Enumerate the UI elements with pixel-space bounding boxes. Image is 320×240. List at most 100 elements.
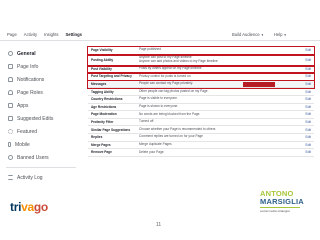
sidebar-item-label: Page Info: [17, 63, 39, 70]
sidebar-item-label: Suggested Edits: [17, 115, 54, 122]
row-value: Merge duplicate Pages: [139, 141, 172, 146]
nav-divider: [0, 40, 320, 41]
settings-row-merge-pages: Merge Pages Merge duplicate Pages Edit: [88, 142, 314, 150]
settings-row-page-moderation: Page Moderation No words are being block…: [88, 111, 314, 119]
sidebar-item-page-roles[interactable]: Page Roles: [6, 86, 81, 99]
edit-link[interactable]: Edit: [300, 105, 314, 109]
settings-row-post-targeting: Post Targeting and Privacy Privacy contr…: [87, 73, 315, 81]
gear-icon: [8, 51, 13, 56]
row-label: Messages: [91, 82, 107, 87]
row-label: Page Moderation: [91, 112, 117, 117]
trivago-logo-part-1: tri: [10, 200, 22, 214]
nav-settings[interactable]: Settings: [65, 32, 82, 37]
sidebar-item-label: Notifications: [17, 76, 45, 83]
edit-link[interactable]: Edit: [300, 120, 314, 124]
list-icon: [8, 175, 13, 180]
settings-row-remove-page: Remove Page Delete your Page Edit: [88, 149, 314, 157]
sidebar-divider: [6, 164, 76, 168]
edit-link[interactable]: Edit: [300, 48, 314, 52]
row-value: Page published: [139, 47, 161, 52]
row-label: Posting Ability: [91, 57, 114, 62]
mobile-icon: [8, 142, 11, 147]
nav-help[interactable]: Help ▼: [274, 32, 287, 37]
row-value: People can contact my Page privately.: [139, 81, 193, 86]
settings-row-similar-page-suggestions: Similar Page Suggestions Choose whether …: [88, 126, 314, 134]
edit-link[interactable]: Edit: [300, 97, 314, 101]
sidebar-item-label: Banned Users: [17, 154, 49, 161]
sidebar-item-suggested-edits[interactable]: Suggested Edits: [6, 112, 81, 125]
apps-icon: [8, 103, 13, 108]
nav-page[interactable]: Page: [7, 32, 17, 37]
highlight-marker: [243, 82, 275, 88]
row-label: Age Restrictions: [91, 104, 117, 109]
chevron-down-icon: ▼: [260, 33, 264, 37]
page-number: 11: [156, 222, 162, 228]
row-value: Comment replies are turned on for your P…: [139, 134, 203, 139]
edit-link[interactable]: Edit: [300, 74, 314, 78]
row-value: Page is visible to everyone.: [139, 96, 178, 101]
info-icon: [8, 64, 13, 69]
row-label: Tagging Ability: [91, 89, 114, 94]
row-label: Page Visibility: [91, 48, 113, 53]
author-logo-bar: [260, 207, 300, 209]
sidebar-item-mobile[interactable]: Mobile: [6, 138, 81, 151]
row-label: Post Visibility: [91, 66, 112, 71]
sidebar-item-activity-log[interactable]: Activity Log: [6, 171, 81, 184]
row-value: Privacy control for posts is turned on: [139, 73, 191, 78]
row-label: Profanity Filter: [91, 120, 114, 125]
sidebar-item-label: Mobile: [15, 141, 30, 148]
row-value: Posts by others appear on my Page timeli…: [139, 65, 202, 70]
settings-sidebar: General Page Info Notifications Page Rol…: [6, 47, 81, 184]
settings-row-messages: Messages People can contact my Page priv…: [87, 80, 315, 89]
page-top-nav: Page Activity Insights Settings Build Au…: [0, 30, 320, 40]
edit-link[interactable]: Edit: [300, 67, 314, 71]
edit-link[interactable]: Edit: [300, 150, 314, 154]
settings-row-posting-ability: Posting Ability Anyone can post to my Pa…: [87, 54, 315, 66]
row-label: Post Targeting and Privacy: [91, 74, 132, 79]
sidebar-item-label: Page Roles: [17, 89, 43, 96]
edit-link[interactable]: Edit: [300, 112, 314, 116]
sidebar-item-label: Activity Log: [17, 174, 43, 181]
trivago-logo-part-2: va: [21, 200, 34, 214]
star-icon: [8, 129, 13, 134]
settings-row-country-restrictions: Country Restrictions Page is visible to …: [88, 96, 314, 104]
sidebar-item-notifications[interactable]: Notifications: [6, 73, 81, 86]
sidebar-item-general[interactable]: General: [6, 47, 81, 60]
sidebar-item-banned-users[interactable]: Banned Users: [6, 151, 81, 164]
row-value-line-2: Anyone can add photos and videos to my P…: [139, 58, 218, 63]
settings-row-post-visibility: Post Visibility Posts by others appear o…: [87, 65, 315, 74]
settings-row-page-visibility: Page Visibility Page published Edit: [87, 46, 315, 55]
help-label: Help: [273, 32, 283, 37]
sidebar-item-page-info[interactable]: Page Info: [6, 60, 81, 73]
row-value: Delete your Page: [139, 149, 164, 154]
edit-link[interactable]: Edit: [300, 135, 314, 139]
edit-link[interactable]: Edit: [300, 90, 314, 94]
author-logo-tagline: social media strategist: [260, 209, 290, 214]
author-logo: ANTONO MARSIGLIA social media strategist: [260, 189, 316, 221]
row-label: Merge Pages: [91, 142, 111, 147]
nav-activity[interactable]: Activity: [24, 32, 37, 37]
bell-icon: [8, 77, 13, 82]
row-value: No words are being blocked from the Page…: [139, 111, 201, 116]
nav-build-audience[interactable]: Build Audience ▼: [232, 32, 264, 37]
settings-row-profanity-filter: Profanity Filter Turned off Edit: [88, 119, 314, 127]
sidebar-item-label: Featured: [17, 128, 38, 135]
settings-row-tagging-ability: Tagging Ability Other people can tag pho…: [88, 88, 314, 96]
edit-link[interactable]: Edit: [300, 128, 314, 132]
sidebar-item-apps[interactable]: Apps: [6, 99, 81, 112]
author-logo-line-2: MARSIGLIA: [260, 197, 304, 206]
edit-link[interactable]: Edit: [300, 58, 314, 62]
ban-icon: [8, 155, 13, 160]
chevron-down-icon: ▼: [283, 33, 287, 37]
sidebar-item-featured[interactable]: Featured: [6, 125, 81, 138]
trivago-logo: trivago: [10, 200, 48, 214]
edit-link[interactable]: Edit: [300, 143, 314, 147]
row-value: Anyone can post to my Page timeline Anyon…: [139, 55, 300, 64]
build-audience-label: Build Audience: [232, 32, 260, 37]
row-value: Other people can tag photos posted on my…: [139, 88, 209, 93]
nav-insights[interactable]: Insights: [44, 32, 58, 37]
row-label: Remove Page: [91, 150, 112, 155]
row-label: Replies: [91, 135, 103, 140]
users-icon: [8, 90, 13, 95]
edit-link[interactable]: Edit: [300, 82, 314, 86]
